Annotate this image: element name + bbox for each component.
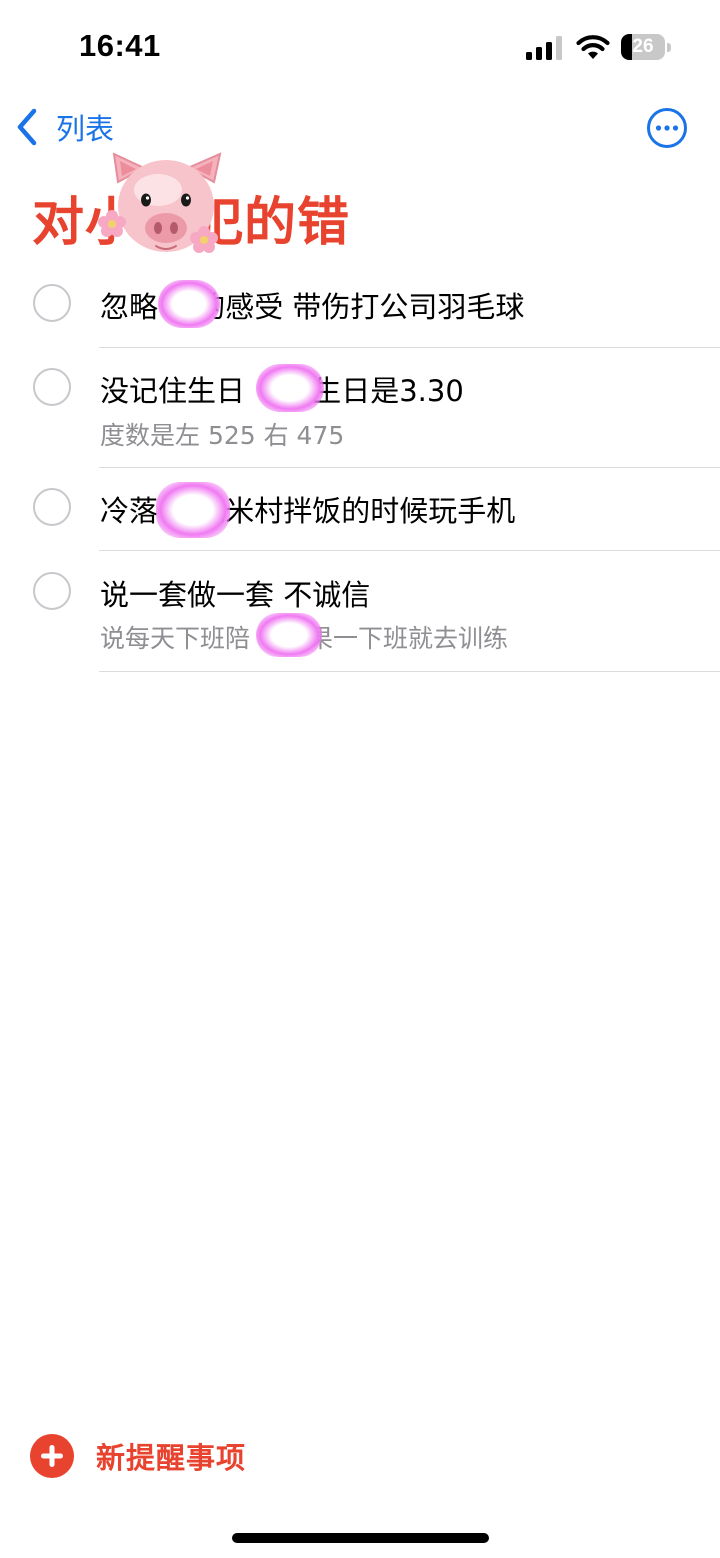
status-time: 16:41: [79, 28, 161, 63]
wifi-icon: [576, 35, 610, 59]
divider: [99, 671, 720, 672]
status-bar: 16:41 26: [0, 0, 720, 90]
redaction-scribble: [256, 613, 322, 657]
reminder-note: 度数是左 525 右 475: [100, 421, 345, 450]
plus-circle-icon: [30, 1434, 74, 1478]
new-reminder-label: 新提醒事项: [96, 1441, 247, 1475]
reminder-item[interactable]: 没记住生日 的生日是3.30 度数是左 525 右 475: [0, 348, 720, 470]
back-button[interactable]: 列表: [14, 104, 114, 150]
reminder-title[interactable]: 说一套做一套 不诚信: [100, 572, 370, 614]
back-button-label: 列表: [56, 112, 115, 146]
ellipsis-circle-icon[interactable]: [646, 107, 688, 149]
reminder-complete-toggle[interactable]: [33, 284, 71, 322]
chevron-left-icon: [17, 108, 37, 146]
reminder-complete-toggle[interactable]: [33, 572, 71, 610]
pig-face-sticker: [98, 152, 222, 253]
new-reminder-button[interactable]: 新提醒事项: [30, 1433, 246, 1479]
battery-level: 26: [632, 36, 654, 57]
cellular-signal-icon: [526, 36, 562, 60]
reminder-complete-toggle[interactable]: [33, 488, 71, 526]
reminder-item[interactable]: 说一套做一套 不诚信 说每天下班陪 结果一下班就去训练: [0, 551, 720, 675]
redaction-scribble: [256, 364, 324, 412]
redaction-scribble: [158, 280, 220, 328]
battery-icon: 26: [621, 34, 671, 60]
reminder-complete-toggle[interactable]: [33, 368, 71, 406]
reminder-item[interactable]: 冷落 吃米村拌饭的时候玩手机: [0, 468, 720, 552]
redaction-scribble: [156, 482, 230, 538]
home-indicator[interactable]: [232, 1533, 489, 1543]
reminder-item[interactable]: 忽略 的感受 带伤打公司羽毛球: [0, 260, 720, 350]
